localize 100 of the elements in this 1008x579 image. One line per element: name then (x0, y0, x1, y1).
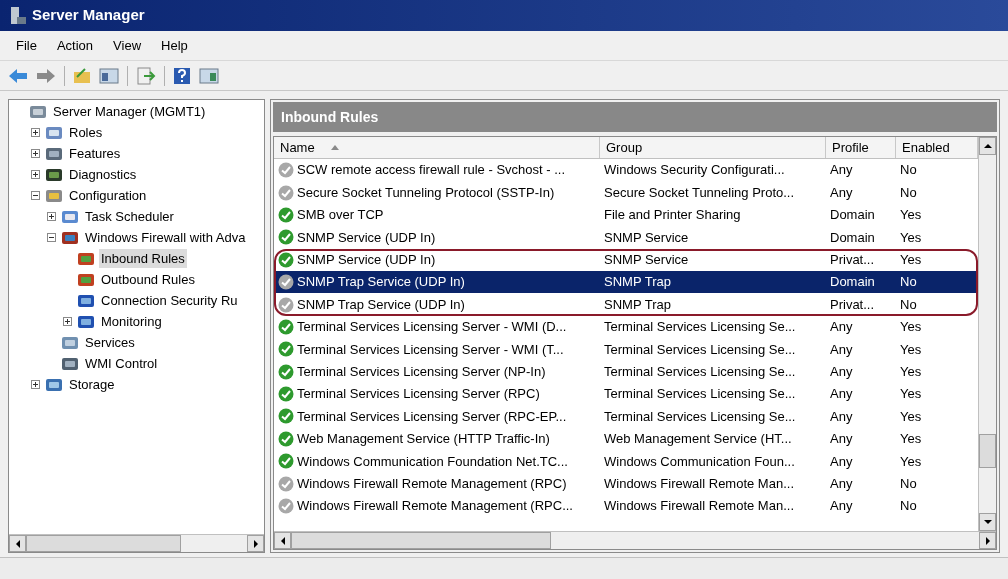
tree-item[interactable]: Connection Security Ru (99, 290, 240, 311)
panel-title: Inbound Rules (281, 107, 379, 127)
table-cell-text: File and Printer Sharing (604, 206, 741, 225)
table-cell-text: Terminal Services Licensing Se... (604, 362, 796, 381)
scroll-right-button[interactable] (247, 535, 264, 552)
table-cell-text: Yes (900, 385, 922, 404)
help-icon[interactable] (173, 66, 191, 85)
table-row[interactable]: Web Management Service (HTTP Traffic-In) Web Management Service (HT... Any Yes (274, 427, 978, 451)
table-cell-text: Windows Security Configurati... (604, 161, 785, 180)
scroll-left-button[interactable] (274, 532, 291, 549)
table-row[interactable]: Terminal Services Licensing Server - WMI (T... Terminal Services Licensing Se... Any Yes (274, 338, 978, 361)
tree-item[interactable]: Configuration (67, 185, 149, 206)
scroll-left-button[interactable] (9, 535, 26, 552)
table-cell-text: Any (830, 430, 853, 449)
scroll-right-button[interactable] (979, 532, 996, 549)
menu-item[interactable]: Help (153, 35, 196, 56)
tree-item[interactable]: Inbound Rules (99, 248, 187, 269)
export-icon[interactable] (136, 66, 156, 85)
column-header[interactable]: Profile (826, 137, 896, 158)
back-arrow-icon[interactable] (8, 67, 28, 84)
pane-icon[interactable] (199, 66, 219, 85)
table-cell-text: Yes (900, 318, 922, 337)
tree-item[interactable]: Task Scheduler (83, 206, 176, 227)
table-row[interactable]: Terminal Services Licensing Server (RPC) Terminal Services Licensing Se... Any Yes (274, 382, 978, 406)
horizontal-scrollbar[interactable] (274, 531, 996, 549)
table-cell-text: Windows Communication Foundation Net.TC... (297, 452, 568, 471)
table-row[interactable]: Terminal Services Licensing Server (NP-In) Terminal Services Licensing Se... Any Yes (274, 360, 978, 383)
expand-toggle[interactable] (30, 170, 40, 179)
tree-item[interactable]: Windows Firewall with Adva (83, 227, 248, 248)
tree-item[interactable]: Features (67, 143, 123, 164)
table-cell-text: Any (830, 161, 853, 180)
table-row[interactable]: SMB over TCP File and Printer Sharing Domain Yes (274, 203, 978, 227)
collapse-toggle[interactable] (46, 233, 56, 242)
table-cell-text: Any (830, 340, 853, 359)
expand-toggle[interactable] (46, 212, 56, 221)
pane-icon[interactable] (99, 66, 119, 85)
tree-item[interactable]: Outbound Rules (99, 269, 197, 290)
scroll-thumb[interactable] (291, 532, 551, 549)
expand-toggle[interactable] (30, 128, 40, 137)
horizontal-scrollbar[interactable] (9, 534, 264, 552)
scroll-down-button[interactable] (979, 513, 996, 531)
tree-item[interactable]: WMI Control (83, 353, 160, 374)
scroll-thumb[interactable] (26, 535, 181, 552)
sort-ascending-icon (330, 145, 339, 150)
minus-icon (47, 234, 55, 241)
table-row[interactable]: SNMP Service (UDP In) SNMP Service Domain Yes (274, 226, 978, 249)
table-cell-text: No (900, 474, 917, 493)
menu-item[interactable]: Action (48, 35, 102, 56)
table-cell-text: Any (830, 497, 853, 516)
table-cell-text: Yes (900, 251, 922, 269)
tree-item[interactable]: Services (83, 332, 137, 353)
tree-item[interactable]: Roles (67, 122, 105, 143)
table-cell-text: Domain (830, 228, 875, 247)
table-cell-text: No (900, 161, 917, 180)
collapse-toggle[interactable] (30, 191, 40, 200)
column-header[interactable]: Group (600, 137, 826, 158)
right-arrow-icon (252, 539, 259, 548)
tree-item[interactable]: Monitoring (99, 311, 164, 332)
table-row[interactable]: Windows Firewall Remote Management (RPC) Windows Firewall Remote Man... Any No (274, 472, 978, 495)
scroll-thumb[interactable] (979, 434, 996, 468)
column-header[interactable]: Name (274, 137, 600, 158)
forward-arrow-icon[interactable] (36, 67, 56, 84)
tree-item[interactable]: Diagnostics (67, 164, 139, 185)
table-cell-text: No (900, 183, 917, 202)
plus-icon (31, 129, 39, 136)
scroll-up-button[interactable] (979, 137, 996, 155)
expand-toggle[interactable] (30, 380, 40, 389)
left-arrow-icon (14, 539, 21, 548)
vertical-scrollbar[interactable] (978, 137, 996, 531)
table-row[interactable]: SNMP Trap Service (UDP In) SNMP Trap Domain No (274, 270, 978, 294)
table-cell-text: Terminal Services Licensing Se... (604, 340, 796, 359)
table-cell-text: Secure Socket Tunneling Proto... (604, 183, 795, 202)
table-cell-text: SNMP Trap (604, 295, 671, 314)
table-cell-text: Yes (900, 228, 922, 247)
expand-toggle[interactable] (62, 317, 72, 326)
right-arrow-icon (984, 536, 991, 545)
table-row[interactable]: Windows Firewall Remote Management (RPC... Windows Firewall Remote Man... Any No (274, 494, 978, 518)
table-cell-text: Terminal Services Licensing Server - WMI (D... (297, 318, 567, 337)
table-cell-text: SNMP Service (UDP In) (297, 228, 436, 247)
table-cell-text: Privat... (830, 251, 875, 269)
menu-item[interactable]: View (105, 35, 150, 56)
window-title: Server Manager (32, 5, 145, 26)
table-cell-text: Web Management Service (HTTP Traffic-In) (297, 430, 550, 449)
expand-toggle[interactable] (30, 149, 40, 158)
tree-item[interactable]: Server Manager (MGMT1) (51, 101, 208, 122)
tree-item[interactable]: Storage (67, 374, 117, 395)
table-row[interactable]: SCW remote access firewall rule - Svchost - ... Windows Security Configurati... Any No (274, 159, 978, 182)
table-cell-text: No (900, 295, 917, 314)
table-row[interactable]: SNMP Service (UDP In) SNMP Service Privat... Yes (274, 248, 978, 271)
table-cell-text: Yes (900, 407, 922, 426)
table-row[interactable]: Terminal Services Licensing Server - WMI (D... Terminal Services Licensing Se... Any Yes (274, 315, 978, 339)
table-row[interactable]: Secure Socket Tunneling Protocol (SSTP-In) Secure Socket Tunneling Proto... Any No (274, 181, 978, 204)
table-cell-text: SMB over TCP (297, 206, 384, 225)
table-row[interactable]: Windows Communication Foundation Net.TC... Windows Communication Foun... Any Yes (274, 450, 978, 473)
table-cell-text: Windows Firewall Remote Management (RPC) (297, 474, 567, 493)
table-cell-text: Terminal Services Licensing Server (RPC) (297, 385, 540, 404)
table-row[interactable]: SNMP Trap Service (UDP In) SNMP Trap Privat... No (274, 293, 978, 316)
menu-item[interactable]: File (8, 35, 45, 56)
table-row[interactable]: Terminal Services Licensing Server (RPC-EP... Terminal Services Licensing Se... Any Yes (274, 405, 978, 428)
folder-icon[interactable] (73, 66, 91, 85)
